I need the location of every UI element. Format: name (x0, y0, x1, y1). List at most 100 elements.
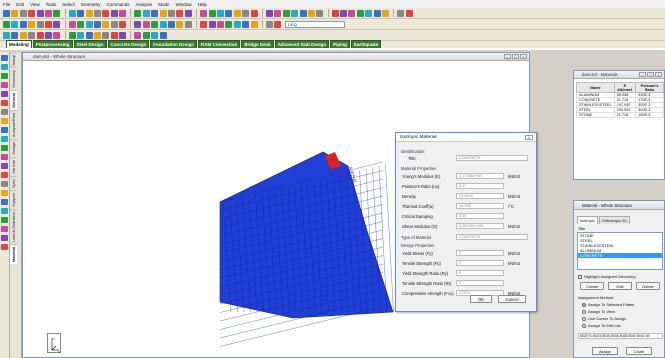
delete-button[interactable]: Delete (636, 282, 660, 290)
tool-icon[interactable] (1, 154, 8, 160)
mode-tab-concrete-design[interactable]: Concrete Design (107, 40, 150, 48)
toolbar-button-icon[interactable] (53, 20, 61, 28)
toolbar-button-icon[interactable] (19, 9, 27, 17)
tool-icon[interactable] (1, 226, 8, 232)
toolbar-button-icon[interactable] (134, 20, 142, 28)
mode-tab-foundation-design[interactable]: Foundation Design (150, 40, 198, 48)
toolbar-button-icon[interactable] (68, 20, 76, 28)
menu-item-edit[interactable]: Edit (16, 2, 24, 7)
page-tab-geometry[interactable]: Geometry (10, 67, 17, 91)
mode-tab-modeling[interactable]: Modeling (6, 40, 32, 48)
materials-table-window[interactable]: dam.std - Materials – □ × Name E kN/mm2 Po… (573, 70, 665, 180)
toolbar-button-icon[interactable] (184, 20, 192, 28)
assign-method-radio[interactable]: Assign To Selected Plates (582, 302, 634, 307)
material-panel[interactable]: Material - Whole Structure Isotropic Orth… (573, 200, 665, 358)
toolbar-button-icon[interactable] (68, 31, 76, 39)
toolbar-button-icon[interactable] (265, 20, 273, 28)
highlight-checkbox[interactable]: Highlight Assigned Geometry (578, 274, 636, 279)
tool-icon[interactable] (1, 100, 8, 106)
toolbar-button-icon[interactable] (168, 20, 176, 28)
toolbar-button-icon[interactable] (85, 9, 93, 17)
toolbar-button-icon[interactable] (134, 31, 142, 39)
close-panel-button[interactable]: Close (626, 347, 652, 355)
property-field[interactable]: 23.5616 (456, 193, 504, 199)
toolbar-button-icon[interactable] (19, 31, 27, 39)
toolbar-button-icon[interactable] (233, 9, 241, 17)
toolbar-button-icon[interactable] (242, 9, 250, 17)
toolbar-button-icon[interactable] (3, 31, 10, 39)
tool-icon[interactable] (1, 181, 8, 187)
menu-item-commands[interactable]: Commands (107, 2, 130, 7)
tool-icon[interactable] (1, 145, 8, 151)
toolbar-button-icon[interactable] (184, 9, 192, 17)
assign-button[interactable]: Assign (592, 347, 618, 355)
toolbar-button-icon[interactable] (11, 9, 19, 17)
property-field[interactable]: 0 (456, 260, 504, 266)
menu-item-select[interactable]: Select (62, 2, 75, 7)
page-tab-material[interactable]: Material (10, 244, 17, 265)
toolbar-button-icon[interactable] (119, 20, 127, 28)
toolbar-button-icon[interactable] (53, 9, 61, 17)
toolbar-button-icon[interactable] (307, 9, 315, 17)
property-field[interactable]: 0.05 (456, 213, 504, 219)
mode-tab-bridge-deck[interactable]: Bridge Deck (241, 40, 274, 48)
menu-item-analysis[interactable]: Analysis (136, 2, 153, 7)
load-case-select[interactable]: 1:EQ (284, 20, 345, 28)
toolbar-button-icon[interactable] (134, 9, 142, 17)
edit-list-field[interactable]: 8025 To 8033 8035 8036 8038 8040 8041 80 (578, 333, 663, 339)
toolbar-button-icon[interactable] (299, 9, 307, 17)
create-button[interactable]: Create (580, 282, 604, 290)
toolbar-button-icon[interactable] (168, 9, 176, 17)
material-list[interactable]: STONE STEEL STAINLESSSTEEL ALUMINUM CONCRETE (577, 232, 663, 270)
toolbar-button-icon[interactable] (151, 20, 159, 28)
tool-icon[interactable] (1, 109, 8, 115)
toolbar-button-icon[interactable] (11, 31, 19, 39)
toolbar-button-icon[interactable] (3, 20, 10, 28)
toolbar-button-icon[interactable] (282, 9, 290, 17)
close-button[interactable]: × (520, 54, 527, 59)
assign-method-radio[interactable]: Assign To Edit List (582, 323, 621, 328)
property-field[interactable]: 1e-005 (456, 203, 504, 209)
tool-icon[interactable] (1, 217, 8, 223)
toolbar-button-icon[interactable] (142, 9, 150, 17)
dialog-close-button[interactable]: × (525, 135, 533, 140)
toolbar-button-icon[interactable] (356, 9, 364, 17)
toolbar-button-icon[interactable] (316, 9, 324, 17)
tool-icon[interactable] (1, 190, 8, 196)
toolbar-button-icon[interactable] (110, 9, 118, 17)
toolbar-button-icon[interactable] (208, 9, 216, 17)
tool-icon[interactable] (1, 91, 8, 97)
toolbar-button-icon[interactable] (110, 20, 118, 28)
toolbar-button-icon[interactable] (208, 20, 216, 28)
tool-icon[interactable] (1, 127, 8, 133)
structure-mesh[interactable] (219, 151, 394, 319)
table-row[interactable]: STONE 21.718 160E-3 (576, 112, 664, 118)
mode-tab-advanced-slab-design[interactable]: Advanced Slab Design (274, 40, 330, 48)
toolbar-button-icon[interactable] (77, 31, 85, 39)
toolbar-button-icon[interactable] (102, 20, 110, 28)
page-tab-spec[interactable]: Spec (10, 175, 17, 190)
toolbar-button-icon[interactable] (176, 20, 184, 28)
toolbar-button-icon[interactable] (340, 9, 348, 17)
toolbar-button-icon[interactable] (119, 31, 127, 39)
toolbar-button-icon[interactable] (3, 9, 10, 17)
toolbar-button-icon[interactable] (44, 20, 52, 28)
toolbar-button-icon[interactable] (225, 9, 233, 17)
mode-tab-piping[interactable]: Piping (330, 40, 350, 48)
page-tab-general[interactable]: General (10, 90, 17, 110)
edit-button[interactable]: Edit (608, 282, 632, 290)
property-field[interactable]: 0 (456, 270, 504, 276)
toolbar-button-icon[interactable] (102, 9, 110, 17)
toolbar-button-icon[interactable] (274, 9, 282, 17)
toolbar-button-icon[interactable] (405, 9, 413, 17)
tool-icon[interactable] (1, 172, 8, 178)
tool-icon[interactable] (1, 64, 8, 70)
tool-icon[interactable] (1, 73, 8, 79)
toolbar-button-icon[interactable] (28, 9, 36, 17)
toolbar-button-icon[interactable] (19, 20, 27, 28)
material-tab-orthotropic-2d[interactable]: Orthotropic 2D (598, 216, 631, 224)
menu-item-view[interactable]: View (30, 2, 40, 7)
property-field[interactable]: 2.17185e+007 (456, 173, 504, 179)
toolbar-button-icon[interactable] (36, 20, 44, 28)
toolbar-button-icon[interactable] (159, 9, 167, 17)
